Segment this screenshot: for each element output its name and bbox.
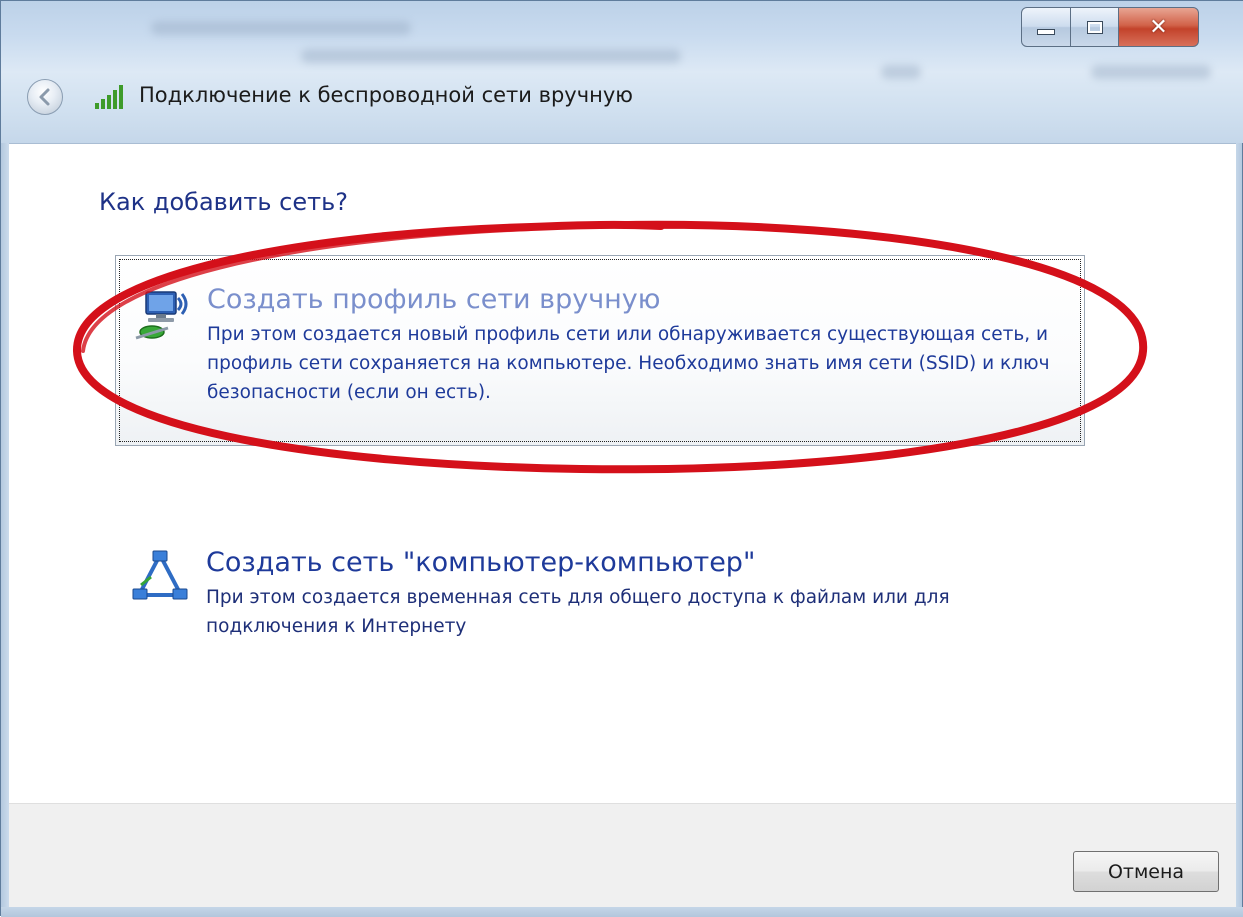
cancel-button[interactable]: Отмена — [1073, 851, 1219, 892]
title-area: Подключение к беспроводной сети вручную … — [1, 1, 1243, 143]
wireless-network-profile-icon — [135, 291, 188, 340]
wireless-signal-icon — [95, 85, 123, 109]
minimize-icon — [1037, 29, 1055, 35]
option-title: Создать профиль сети вручную — [207, 284, 661, 315]
minimize-button[interactable] — [1021, 7, 1071, 47]
window-frame-left — [1, 143, 9, 907]
maximize-button[interactable] — [1071, 7, 1119, 47]
background-blur — [1091, 65, 1211, 79]
back-button[interactable] — [27, 79, 63, 115]
background-blur — [301, 49, 681, 63]
dialog-window: Подключение к беспроводной сети вручную … — [0, 0, 1243, 917]
caption-buttons: ✕ — [1021, 7, 1199, 47]
create-ad-hoc-network-option[interactable]: Создать сеть "компьютер-компьютер" При э… — [115, 529, 1085, 649]
window-title: Подключение к беспроводной сети вручную — [139, 83, 633, 107]
close-button[interactable]: ✕ — [1119, 7, 1199, 47]
background-blur — [881, 65, 921, 79]
maximize-icon — [1086, 20, 1103, 34]
content-panel: Как добавить сеть? Создать профиль сети … — [9, 143, 1236, 804]
create-network-profile-option[interactable]: Создать профиль сети вручную При этом со… — [115, 255, 1085, 446]
ad-hoc-network-icon — [132, 550, 188, 600]
close-icon: ✕ — [1149, 14, 1168, 40]
option-description: При этом создается временная сеть для об… — [206, 587, 950, 637]
option-title: Создать сеть "компьютер-компьютер" — [206, 547, 756, 578]
background-blur — [151, 21, 411, 35]
dialog-footer: Отмена — [9, 803, 1236, 908]
option-description: При этом создается новый профиль сети ил… — [207, 324, 1050, 403]
page-heading: Как добавить сеть? — [99, 188, 348, 216]
back-arrow-icon — [39, 88, 50, 106]
